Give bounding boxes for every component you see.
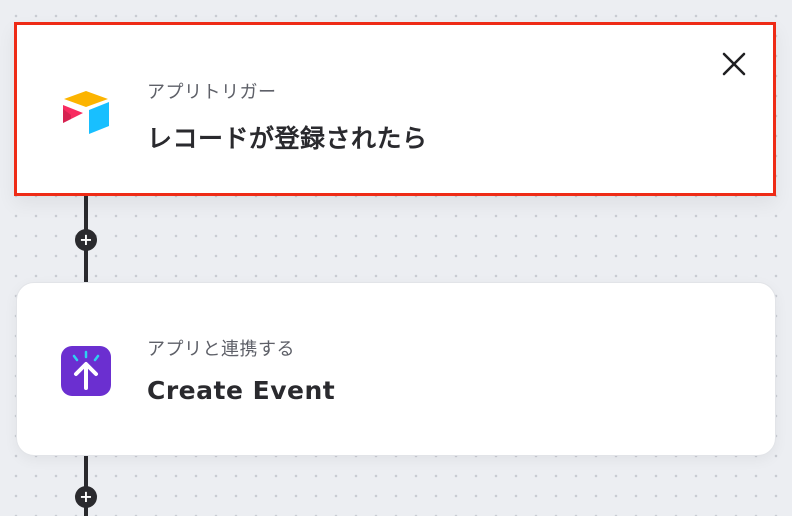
add-step-button[interactable]: + bbox=[75, 229, 97, 251]
trigger-step-card[interactable]: アプリトリガー レコードが登録されたら bbox=[14, 22, 776, 196]
plus-icon: + bbox=[79, 229, 93, 249]
action-step-card[interactable]: アプリと連携する Create Event bbox=[16, 282, 776, 456]
step-type-label: アプリと連携する bbox=[147, 339, 295, 360]
step-title: Create Event bbox=[147, 376, 336, 405]
workflow-canvas: アプリトリガー レコードが登録されたら + アプリと連携する Create Ev… bbox=[0, 0, 792, 516]
add-step-button[interactable]: + bbox=[75, 486, 97, 508]
step-title: レコードが登録されたら bbox=[147, 124, 428, 153]
step-type-label: アプリトリガー bbox=[147, 82, 277, 103]
airtable-icon bbox=[63, 91, 109, 134]
plus-icon: + bbox=[79, 486, 93, 506]
upload-app-icon bbox=[61, 346, 111, 396]
close-icon[interactable] bbox=[721, 51, 747, 77]
